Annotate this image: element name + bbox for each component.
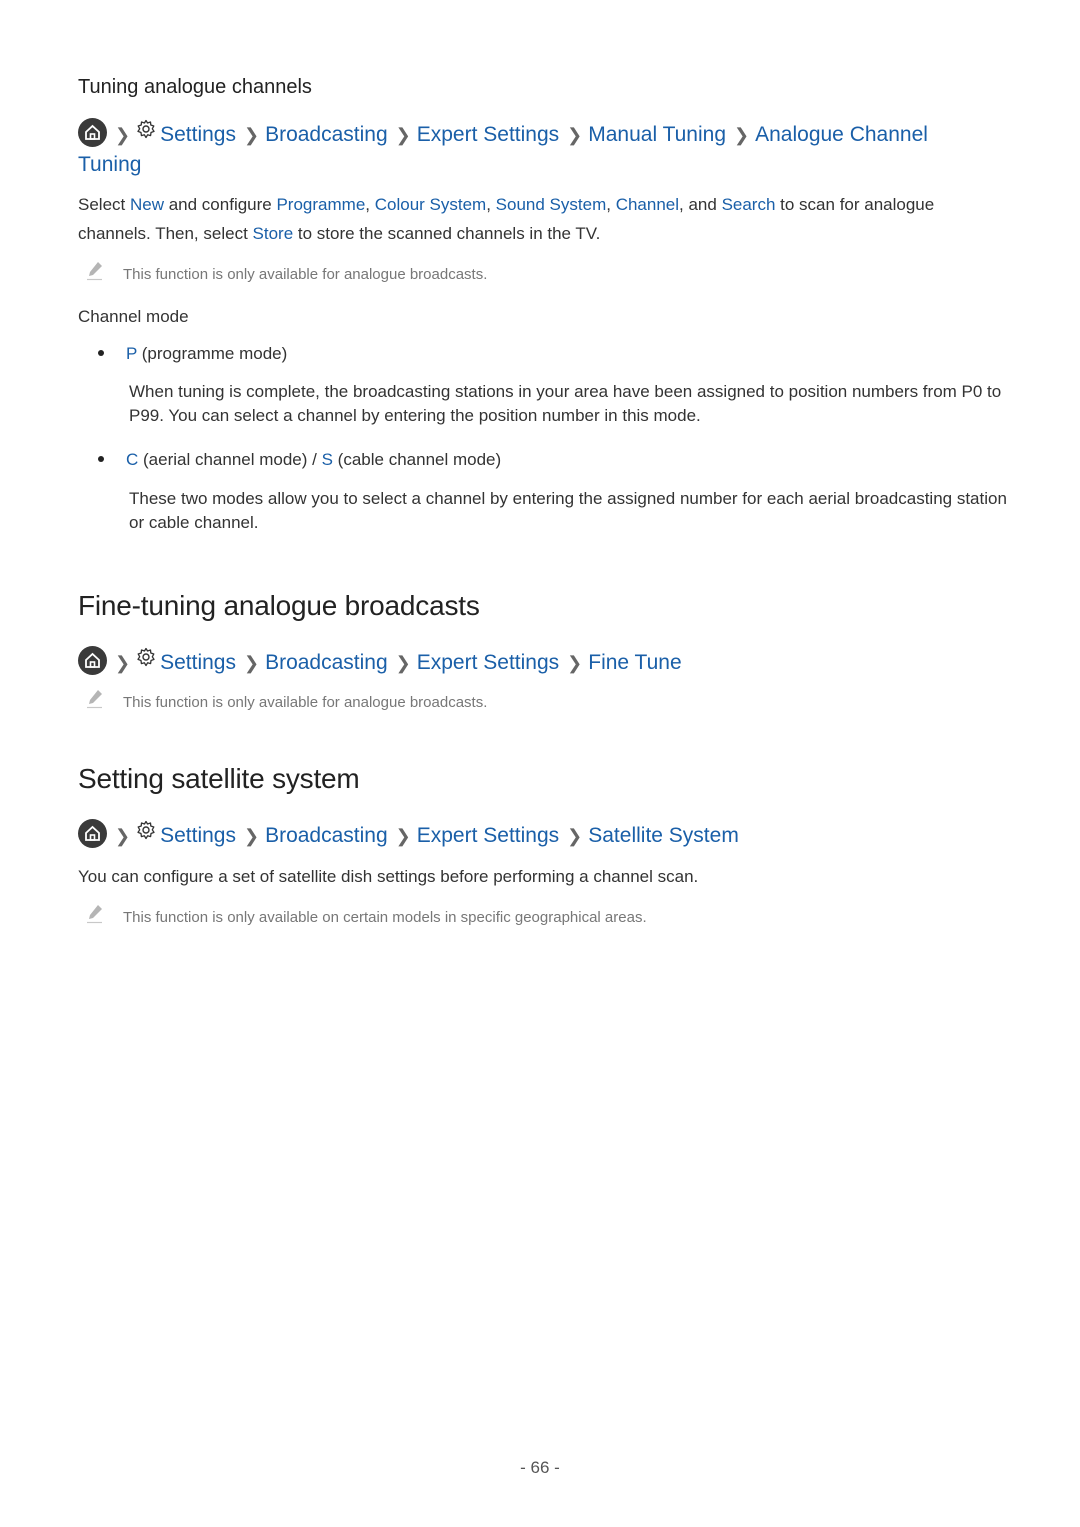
crumb-settings[interactable]: Settings bbox=[160, 651, 236, 674]
note-analogue-only: This function is only available for anal… bbox=[86, 689, 488, 715]
breadcrumb-satellite-system: ❯ Settings ❯ Broadcasting ❯ Expert Settings ❯ S… bbox=[78, 818, 978, 851]
chevron-right-icon: ❯ bbox=[567, 826, 583, 846]
page-number: - 66 - bbox=[520, 1458, 560, 1477]
chevron-right-icon: ❯ bbox=[243, 826, 260, 846]
note-text: This function is only available for anal… bbox=[123, 265, 488, 283]
heading-satellite-system: Setting satellite system bbox=[78, 763, 360, 794]
crumb-settings[interactable]: Settings bbox=[160, 824, 236, 847]
pencil-icon bbox=[86, 689, 106, 713]
text: , bbox=[365, 195, 375, 214]
menu-ref-new: New bbox=[129, 195, 164, 214]
text: to scan for analogue bbox=[775, 195, 935, 214]
note-text: This function is only available for anal… bbox=[123, 693, 488, 711]
chevron-right-icon: ❯ bbox=[115, 653, 131, 673]
chevron-right-icon: ❯ bbox=[115, 826, 131, 846]
breadcrumb-fine-tune: ❯ Settings ❯ Broadcasting ❯ Expert Settings ❯ F… bbox=[78, 645, 978, 678]
mode-key-s: S bbox=[321, 450, 333, 469]
chevron-right-icon: ❯ bbox=[734, 125, 750, 145]
note-certain-models: This function is only available on certa… bbox=[86, 904, 647, 930]
crumb-expert-settings[interactable]: Expert Settings bbox=[417, 123, 559, 146]
menu-ref-sound-system: Sound System bbox=[495, 195, 607, 214]
mode-key-p: P bbox=[126, 344, 138, 363]
crumb-fine-tune[interactable]: Fine Tune bbox=[588, 651, 681, 674]
menu-ref-channel: Channel bbox=[615, 195, 680, 214]
chevron-right-icon: ❯ bbox=[567, 125, 583, 145]
gear-icon bbox=[136, 646, 156, 675]
home-icon[interactable] bbox=[78, 818, 107, 848]
note-text: This function is only available on certa… bbox=[123, 908, 647, 926]
crumb-broadcasting[interactable]: Broadcasting bbox=[265, 123, 388, 146]
text: Select bbox=[78, 195, 130, 214]
crumb-broadcasting[interactable]: Broadcasting bbox=[265, 824, 388, 847]
crumb-expert-settings[interactable]: Expert Settings bbox=[417, 824, 559, 847]
menu-ref-store: Store bbox=[252, 224, 294, 243]
crumb-expert-settings[interactable]: Expert Settings bbox=[417, 651, 559, 674]
text: channels. Then, select bbox=[78, 224, 253, 243]
tuning-instructions: Select New and configure Programme, Colo… bbox=[78, 190, 998, 248]
chevron-right-icon: ❯ bbox=[243, 653, 260, 673]
home-icon[interactable] bbox=[78, 117, 107, 147]
home-icon[interactable] bbox=[78, 645, 107, 675]
c-s-mode-description: These two modes allow you to select a ch… bbox=[129, 489, 1007, 532]
crumb-settings[interactable]: Settings bbox=[160, 123, 236, 146]
crumb-text: Analogue Channel bbox=[755, 123, 928, 146]
bullet-dot bbox=[98, 455, 104, 462]
bullet-dot bbox=[98, 349, 104, 356]
text: , bbox=[606, 195, 616, 214]
manual-page: Tuning analogue channels ❯ Settings ❯ Broad… bbox=[0, 0, 1080, 1527]
menu-ref-colour-system: Colour System bbox=[374, 195, 487, 214]
pencil-icon bbox=[86, 261, 106, 285]
chevron-right-icon: ❯ bbox=[395, 653, 411, 673]
heading-fine-tuning: Fine-tuning analogue broadcasts bbox=[78, 590, 480, 621]
chevron-right-icon: ❯ bbox=[395, 826, 411, 846]
bullet-c-s-mode: C (aerial channel mode) / S (cable chann… bbox=[98, 450, 501, 470]
chevron-right-icon: ❯ bbox=[115, 125, 131, 145]
mode-label: (programme mode) bbox=[137, 344, 288, 363]
text: and configure bbox=[164, 195, 277, 214]
gear-icon bbox=[136, 118, 156, 147]
mode-key-c: C bbox=[126, 450, 139, 469]
chevron-right-icon: ❯ bbox=[243, 125, 260, 145]
text: to store the scanned channels in the TV. bbox=[293, 224, 601, 243]
text: , and bbox=[679, 195, 722, 214]
crumb-manual-tuning[interactable]: Manual Tuning bbox=[588, 123, 726, 146]
crumb-satellite-system[interactable]: Satellite System bbox=[588, 824, 739, 847]
menu-ref-search: Search bbox=[721, 195, 776, 214]
menu-ref-programme: Programme bbox=[276, 195, 366, 214]
p-mode-description: When tuning is complete, the broadcastin… bbox=[129, 382, 1002, 425]
chevron-right-icon: ❯ bbox=[395, 125, 411, 145]
channel-mode-label: Channel mode bbox=[78, 307, 189, 326]
crumb-text: Tuning bbox=[78, 153, 142, 176]
bullet-p-mode: P (programme mode) bbox=[98, 344, 287, 364]
gear-icon bbox=[136, 819, 156, 848]
satellite-description: You can configure a set of satellite dis… bbox=[78, 867, 699, 886]
pencil-icon bbox=[86, 904, 106, 928]
subheading-tuning-analogue: Tuning analogue channels bbox=[78, 76, 312, 98]
crumb-broadcasting[interactable]: Broadcasting bbox=[265, 651, 388, 674]
chevron-right-icon: ❯ bbox=[567, 653, 583, 673]
mode-label: (cable channel mode) bbox=[332, 450, 502, 469]
mode-label: (aerial channel mode) / bbox=[138, 450, 322, 469]
text: , bbox=[486, 195, 496, 214]
note-analogue-only: This function is only available for anal… bbox=[86, 261, 488, 287]
breadcrumb-manual-tuning: ❯ Settings ❯ Broadcasting ❯ Expert Settings ❯ M… bbox=[78, 117, 978, 179]
